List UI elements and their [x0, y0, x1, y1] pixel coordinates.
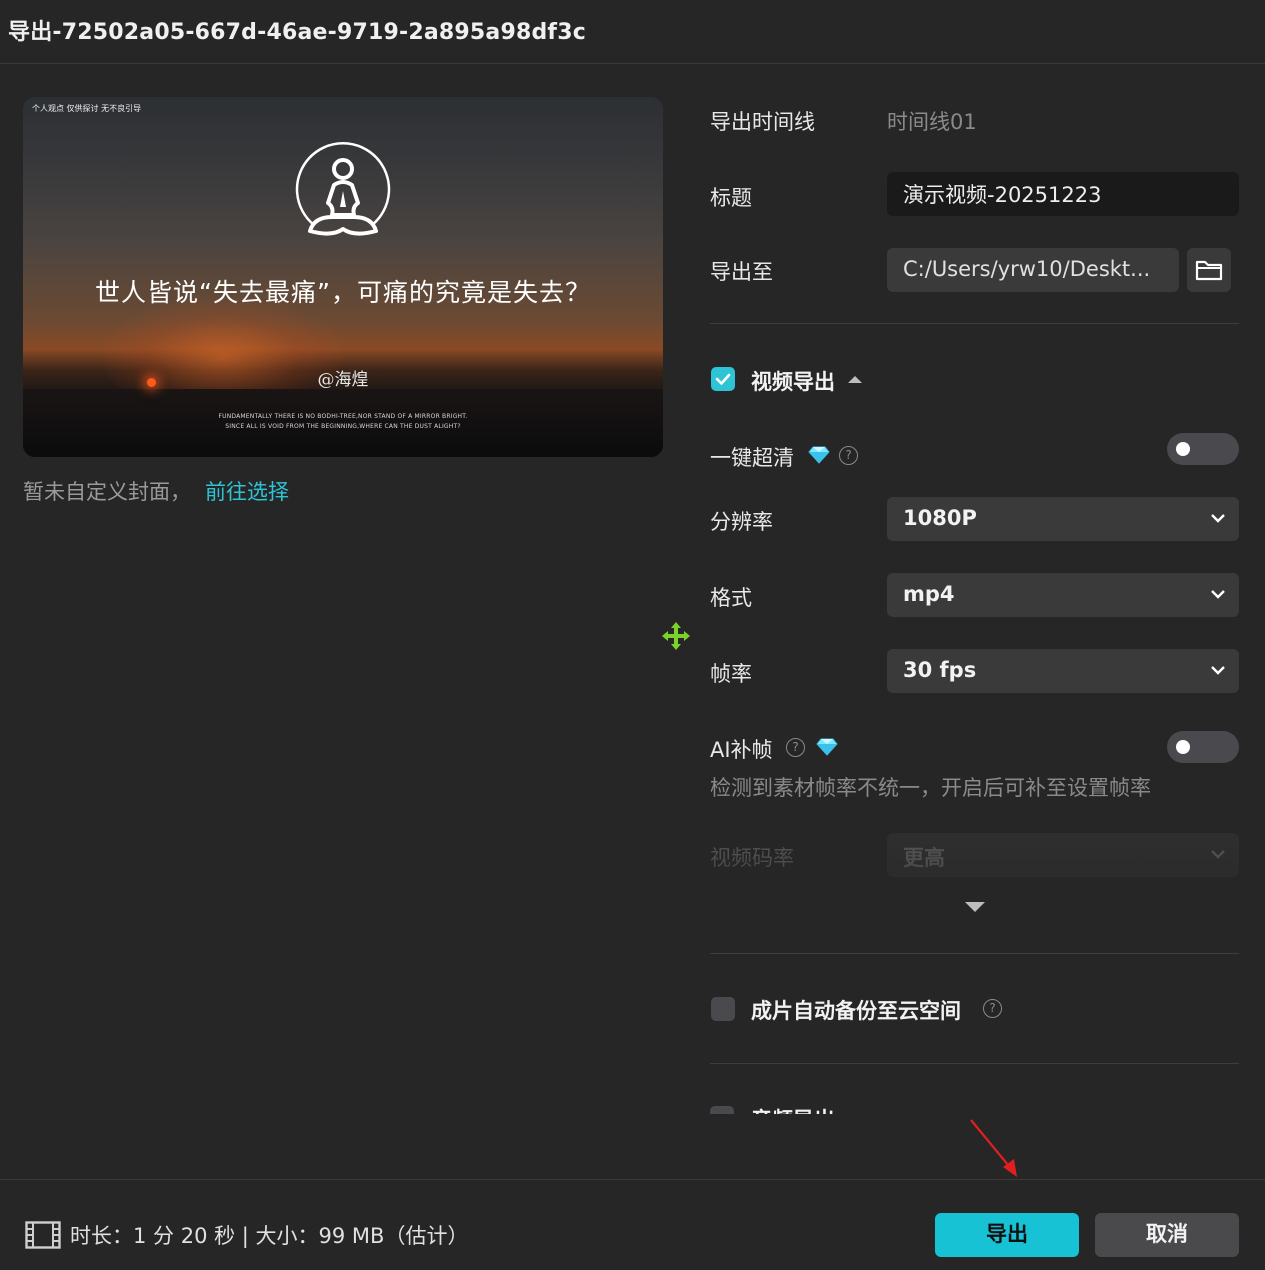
cloud-backup-checkbox[interactable]: [711, 997, 735, 1021]
choose-cover-link[interactable]: 前往选择: [205, 476, 289, 506]
export-info: 时长：1 分 20 秒 | 大小：99 MB（估计）: [70, 1224, 469, 1248]
super-clear-toggle[interactable]: [1167, 433, 1239, 465]
ai-frame-toggle[interactable]: [1167, 731, 1239, 763]
preview-quote-line1: FUNDAMENTALLY THERE IS NO BODHI-TREE,NOR…: [218, 413, 468, 420]
divider: [710, 1063, 1239, 1064]
folder-icon: [1195, 260, 1223, 281]
super-clear-label: 一键超清: [710, 446, 794, 470]
chevron-down-icon: [1211, 666, 1225, 675]
chevron-down-icon: [1211, 590, 1225, 599]
ai-frame-hint: 检测到素材帧率不统一，开启后可补至设置帧率: [710, 776, 1151, 800]
bitrate-value: 更高: [903, 846, 945, 870]
video-export-title: 视频导出: [751, 370, 835, 394]
ai-frame-help-icon[interactable]: ?: [786, 738, 805, 757]
preview-corner-text: 个人观点 仅供探讨 无不良引导: [32, 104, 142, 113]
preview-caption: 世人皆说“失去最痛”，可痛的究竟是失去？: [95, 278, 591, 307]
chevron-down-icon: [1211, 850, 1225, 859]
preview-handle: @海煌: [317, 370, 369, 390]
format-select[interactable]: mp4: [887, 573, 1239, 617]
framerate-select[interactable]: 30 fps: [887, 649, 1239, 693]
audio-export-row[interactable]: 音频导出: [700, 1100, 1260, 1114]
timeline-label: 导出时间线: [710, 110, 815, 134]
film-icon: [25, 1221, 61, 1249]
meditation-logo-icon: [295, 142, 391, 236]
format-value: mp4: [903, 582, 955, 606]
bitrate-label: 视频码率: [710, 846, 794, 870]
resolution-select[interactable]: 1080P: [887, 497, 1239, 541]
divider: [710, 323, 1239, 324]
cloud-backup-label: 成片自动备份至云空间: [751, 999, 961, 1023]
diamond-icon: [816, 738, 838, 756]
cancel-button[interactable]: 取消: [1095, 1213, 1239, 1257]
super-clear-help-icon[interactable]: ?: [839, 446, 858, 465]
toggle-knob: [1176, 740, 1190, 754]
expand-more-icon[interactable]: [965, 902, 985, 912]
timeline-value: 时间线01: [887, 110, 977, 134]
title-bar: 导出-72502a05-667d-46ae-9719-2a895a98df3c: [0, 0, 1265, 64]
divider: [710, 953, 1239, 954]
video-export-checkbox[interactable]: [711, 367, 735, 391]
export-to-label: 导出至: [710, 260, 773, 284]
preview-quote-line2: SINCE ALL IS VOID FROM THE BEGINNING,WHE…: [225, 423, 461, 430]
move-icon: [662, 622, 690, 650]
format-label: 格式: [710, 586, 752, 610]
chevron-down-icon: [1211, 514, 1225, 523]
diamond-icon: [808, 446, 830, 464]
audio-export-checkbox[interactable]: [710, 1106, 734, 1114]
title-input[interactable]: [887, 172, 1239, 216]
framerate-label: 帧率: [710, 662, 752, 686]
cover-note: 暂未自定义封面，: [23, 480, 191, 504]
window-title: 导出-72502a05-667d-46ae-9719-2a895a98df3c: [8, 20, 586, 45]
title-label: 标题: [710, 186, 752, 210]
cloud-backup-help-icon[interactable]: ?: [983, 999, 1002, 1018]
framerate-value: 30 fps: [903, 658, 977, 682]
audio-export-label: 音频导出: [751, 1104, 835, 1114]
export-path-field[interactable]: C:/Users/yrw10/Deskt...: [887, 248, 1179, 292]
resolution-value: 1080P: [903, 506, 977, 530]
video-preview[interactable]: 个人观点 仅供探讨 无不良引导 世人皆说“失去最痛”，可痛的究竟是失去？ @海煌…: [23, 97, 663, 457]
bitrate-select[interactable]: 更高: [887, 833, 1239, 877]
check-icon: [715, 373, 731, 385]
resolution-label: 分辨率: [710, 510, 773, 534]
ai-frame-label: AI补帧: [710, 738, 773, 762]
chevron-up-icon[interactable]: [847, 374, 863, 384]
export-button[interactable]: 导出: [935, 1213, 1079, 1257]
annotation-arrow-icon: [970, 1119, 1017, 1177]
browse-folder-button[interactable]: [1187, 248, 1231, 292]
toggle-knob: [1176, 442, 1190, 456]
